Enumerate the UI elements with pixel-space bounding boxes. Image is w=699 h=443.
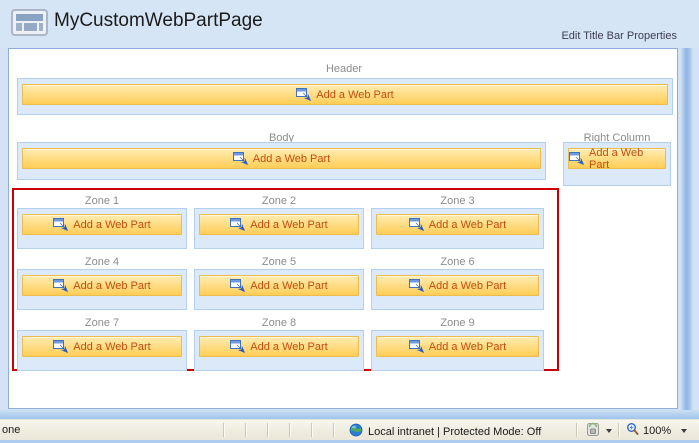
add-web-part-label: Add a Web Part xyxy=(250,218,328,231)
zone-label: Zone 6 xyxy=(440,256,475,268)
add-web-part-icon xyxy=(53,340,69,354)
add-web-part-icon xyxy=(230,218,246,232)
zone-drop-area: Add a Web Part xyxy=(194,330,364,371)
add-web-part-label: Add a Web Part xyxy=(316,88,394,101)
add-web-part-button[interactable]: Add a Web Part xyxy=(22,148,541,169)
zone-drop-area: Add a Web Part xyxy=(194,269,364,310)
add-web-part-label: Add a Web Part xyxy=(73,279,151,292)
status-separator xyxy=(289,423,291,437)
add-web-part-icon xyxy=(569,152,585,166)
zone-header: Add a Web Part xyxy=(17,78,673,115)
add-web-part-label: Add a Web Part xyxy=(589,146,644,171)
zone-drop-area: Add a Web Part xyxy=(194,208,364,249)
web-part-zone: Zone 9 Add a Web Part xyxy=(371,317,544,371)
status-separator xyxy=(333,423,335,437)
zone-label-header: Header xyxy=(325,63,363,75)
web-part-zone: Zone 4 Add a Web Part xyxy=(17,256,187,310)
web-part-zone: Zone 3 Add a Web Part xyxy=(371,195,544,249)
add-web-part-button[interactable]: Add a Web Part xyxy=(22,84,668,105)
zone-drop-area: Add a Web Part xyxy=(371,208,544,249)
add-web-part-button[interactable]: Add a Web Part xyxy=(22,275,182,296)
add-web-part-label: Add a Web Part xyxy=(428,279,507,292)
edit-title-bar-properties-link[interactable]: Edit Title Bar Properties xyxy=(561,30,677,42)
status-separator xyxy=(223,423,225,437)
add-web-part-button[interactable]: Add a Web Part xyxy=(22,214,182,235)
add-web-part-button[interactable]: Add a Web Part xyxy=(199,275,359,296)
web-part-zone: Zone 8 Add a Web Part xyxy=(194,317,364,371)
add-web-part-label: Add a Web Part xyxy=(428,340,507,353)
zone-label: Zone 3 xyxy=(440,195,475,207)
zone-label: Zone 8 xyxy=(261,317,297,329)
status-separator xyxy=(618,423,620,437)
privacy-filter-icon xyxy=(586,422,600,440)
zone-drop-area: Add a Web Part xyxy=(371,330,544,371)
add-web-part-icon xyxy=(408,279,424,293)
add-web-part-button[interactable]: Add a Web Part xyxy=(22,336,182,357)
zoom-level-text: 100% xyxy=(643,424,672,437)
dropdown-caret-icon xyxy=(606,429,612,433)
privacy-filter-button[interactable] xyxy=(586,422,612,440)
add-web-part-button[interactable]: Add a Web Part xyxy=(376,336,539,357)
add-web-part-icon xyxy=(408,218,424,232)
zone-label: Zone 9 xyxy=(440,317,475,329)
custom-zones-grid: Zone 1 Add a Web Part Zone 2 Add a Web Part… xyxy=(17,195,544,371)
security-zone-text: Local intranet | Protected Mode: Off xyxy=(368,425,542,438)
add-web-part-label: Add a Web Part xyxy=(250,340,328,353)
zone-drop-area: Add a Web Part xyxy=(371,269,544,310)
zone-drop-area: Add a Web Part xyxy=(17,330,187,371)
web-part-zone: Zone 6 Add a Web Part xyxy=(371,256,544,310)
zone-label: Zone 7 xyxy=(84,317,120,329)
status-separator xyxy=(245,423,247,437)
status-separator xyxy=(267,423,269,437)
web-part-zone: Zone 2 Add a Web Part xyxy=(194,195,364,249)
zoom-icon xyxy=(626,422,639,439)
zone-label: Zone 1 xyxy=(84,195,120,207)
status-bar: one Local intranet | Protected Mode: Off xyxy=(0,419,699,440)
add-web-part-icon xyxy=(53,279,69,293)
window-frame-bottom xyxy=(0,410,699,419)
add-web-part-button[interactable]: Add a Web Part xyxy=(376,275,539,296)
add-web-part-icon xyxy=(230,340,246,354)
zone-body: Add a Web Part xyxy=(17,142,546,180)
add-web-part-label: Add a Web Part xyxy=(428,218,507,231)
add-web-part-icon xyxy=(296,88,312,102)
add-web-part-button[interactable]: Add a Web Part xyxy=(199,214,359,235)
add-web-part-icon xyxy=(230,279,246,293)
zone-label: Zone 2 xyxy=(261,195,297,207)
add-web-part-label: Add a Web Part xyxy=(252,152,331,165)
page-title: MyCustomWebPartPage xyxy=(54,10,263,31)
globe-icon xyxy=(349,423,363,440)
add-web-part-icon xyxy=(408,340,424,354)
security-zone-pane: Local intranet | Protected Mode: Off xyxy=(349,423,541,440)
dropdown-caret-icon xyxy=(681,428,688,433)
zone-right-column: Add a Web Part xyxy=(563,142,671,186)
web-part-zone: Zone 5 Add a Web Part xyxy=(194,256,364,310)
add-web-part-button[interactable]: Add a Web Part xyxy=(376,214,539,235)
webpart-page-editor: MyCustomWebPartPage Edit Title Bar Prope… xyxy=(0,0,699,443)
zone-label: Zone 5 xyxy=(261,256,297,268)
add-web-part-icon xyxy=(53,218,69,232)
web-part-page-icon xyxy=(11,9,48,36)
status-separator xyxy=(311,423,313,437)
web-part-page-canvas: Header Add a Web Part Body Add a Web Par… xyxy=(8,48,678,409)
status-separator xyxy=(576,423,578,437)
status-text: one xyxy=(2,424,21,436)
add-web-part-label: Add a Web Part xyxy=(73,218,151,231)
add-web-part-label: Add a Web Part xyxy=(73,340,151,353)
web-part-zone: Zone 7 Add a Web Part xyxy=(17,317,187,371)
add-web-part-label: Add a Web Part xyxy=(250,279,328,292)
zoom-control-button[interactable]: 100% xyxy=(626,422,688,439)
web-part-zone: Zone 1 Add a Web Part xyxy=(17,195,187,249)
window-frame-right xyxy=(681,48,693,410)
add-web-part-icon xyxy=(232,152,248,166)
add-web-part-button[interactable]: Add a Web Part xyxy=(568,146,666,171)
add-web-part-button[interactable]: Add a Web Part xyxy=(199,336,359,357)
title-bar: MyCustomWebPartPage Edit Title Bar Prope… xyxy=(0,0,699,48)
zone-drop-area: Add a Web Part xyxy=(17,208,187,249)
zone-drop-area: Add a Web Part xyxy=(17,269,187,310)
zone-label: Zone 4 xyxy=(84,256,120,268)
